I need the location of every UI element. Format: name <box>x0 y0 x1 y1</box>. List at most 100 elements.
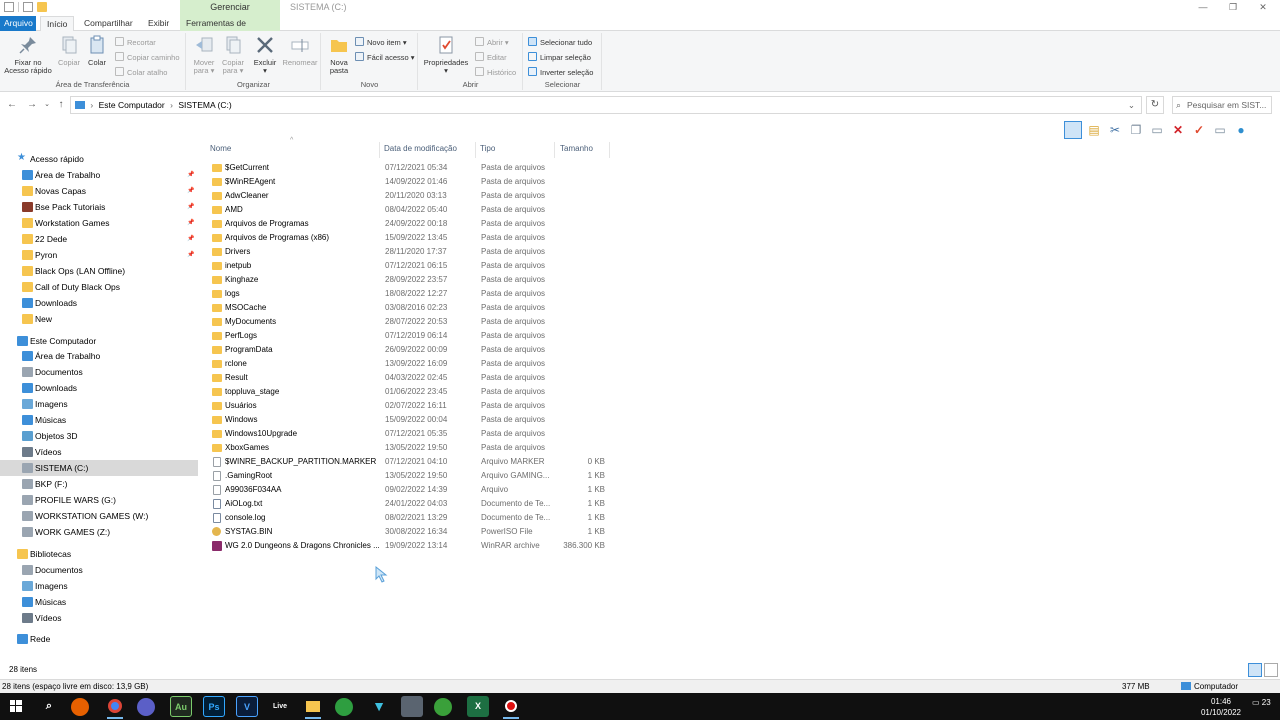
tab-drive-tools[interactable]: Ferramentas de Unidade <box>180 16 280 42</box>
forward-button[interactable]: → <box>25 98 39 112</box>
nav-item-pc-11[interactable]: WORK GAMES (Z:) <box>0 524 198 540</box>
file-row[interactable]: Result 04/03/2022 02:45 Pasta de arquivos <box>205 371 615 385</box>
file-row[interactable]: Kinghaze 28/09/2022 23:57 Pasta de arquivo… <box>205 273 615 287</box>
new-item-button[interactable]: Novo item ▾ <box>355 37 407 49</box>
file-row[interactable]: Usuários 02/07/2022 16:11 Pasta de arquivo… <box>205 399 615 413</box>
file-row[interactable]: $GetCurrent 07/12/2021 05:34 Pasta de arqu… <box>205 161 615 175</box>
pin-icon[interactable]: 📌 <box>187 215 194 231</box>
file-row[interactable]: WG 2.0 Dungeons & Dragons Chronicles ...… <box>205 539 615 553</box>
column-header-name[interactable]: Nome <box>205 142 380 158</box>
nav-item-pc-0[interactable]: Área de Trabalho <box>0 348 198 364</box>
photoshop-icon[interactable]: Ps <box>203 696 225 717</box>
file-row[interactable]: Windows10Upgrade 07/12/2021 05:35 Pasta de… <box>205 427 615 441</box>
paste-button[interactable]: Colar <box>84 35 110 67</box>
new-folder-qat-icon[interactable] <box>37 2 47 12</box>
nav-item-pc-3[interactable]: Imagens <box>0 396 198 412</box>
nav-item-quick-3[interactable]: Workstation Games 📌 <box>0 215 198 231</box>
excel-icon[interactable]: X <box>467 696 489 717</box>
scissors-icon[interactable]: ✂ <box>1106 121 1124 139</box>
paste-shortcut-button[interactable]: Colar atalho <box>115 67 167 79</box>
nav-item-pc-8[interactable]: BKP (F:) <box>0 476 198 492</box>
nav-item-quick-8[interactable]: Downloads <box>0 295 198 311</box>
pin-icon[interactable]: 📌 <box>187 231 194 247</box>
shield-icon[interactable]: ▼ <box>368 696 390 717</box>
pin-icon[interactable]: 📌 <box>187 183 194 199</box>
notification-center-button[interactable]: ▭ 23 <box>1252 698 1271 707</box>
file-row[interactable]: MSOCache 03/08/2016 02:23 Pasta de arquivo… <box>205 301 615 315</box>
file-row[interactable]: $WinREAgent 14/09/2022 01:46 Pasta de arqu… <box>205 175 615 189</box>
firefox-icon[interactable] <box>71 698 89 716</box>
nav-libraries[interactable]: Bibliotecas <box>0 546 198 562</box>
open-button[interactable]: Abrir ▾ <box>475 37 509 49</box>
nav-item-pc-1[interactable]: Documentos <box>0 364 198 380</box>
tab-view[interactable]: Exibir <box>142 16 175 31</box>
audition-icon[interactable]: Au <box>170 696 192 717</box>
file-row[interactable]: AMD 08/04/2022 05:40 Pasta de arquivos <box>205 203 615 217</box>
column-header-type[interactable]: Tipo <box>475 142 555 158</box>
refresh-button[interactable]: ↻ <box>1146 96 1164 114</box>
nav-item-quick-1[interactable]: Novas Capas 📌 <box>0 183 198 199</box>
breadcrumb-this-pc[interactable]: Este Computador <box>99 100 165 110</box>
nav-item-pc-10[interactable]: WORKSTATION GAMES (W:) <box>0 508 198 524</box>
file-row[interactable]: rclone 13/09/2022 16:09 Pasta de arquivos <box>205 357 615 371</box>
file-row[interactable]: PerfLogs 07/12/2019 06:14 Pasta de arquivo… <box>205 329 615 343</box>
file-row[interactable]: $WINRE_BACKUP_PARTITION.MARKER 07/12/2021… <box>205 455 615 469</box>
properties-qat-icon[interactable] <box>4 2 14 12</box>
nav-item-pc-2[interactable]: Downloads <box>0 380 198 396</box>
checkmark-icon[interactable]: ✓ <box>1190 121 1208 139</box>
view-options-icon[interactable]: ▤ <box>1085 121 1103 139</box>
up-button[interactable]: ↑ <box>54 98 68 112</box>
file-row[interactable]: A99036F034AA 09/02/2022 14:39 Arquivo 1 KB <box>205 483 615 497</box>
copy-path-button[interactable]: Copiar caminho <box>115 52 180 64</box>
nav-item-pc-9[interactable]: PROFILE WARS (G:) <box>0 492 198 508</box>
nav-item-pc-7[interactable]: SISTEMA (C:) <box>0 460 198 476</box>
pin-icon[interactable]: 📌 <box>187 247 194 263</box>
file-row[interactable]: Arquivos de Programas 24/09/2022 00:18 Pas… <box>205 217 615 231</box>
file-row[interactable]: Drivers 28/11/2020 17:37 Pasta de arquivos <box>205 245 615 259</box>
nav-item-lib-2[interactable]: Músicas <box>0 594 198 610</box>
nav-this-pc[interactable]: Este Computador <box>0 333 198 349</box>
computer-app-icon[interactable] <box>401 696 423 717</box>
file-row[interactable]: MyDocuments 28/07/2022 20:53 Pasta de arqu… <box>205 315 615 329</box>
back-button[interactable]: ← <box>5 98 19 112</box>
copy-button[interactable]: Copiar <box>56 35 82 67</box>
vegas-icon[interactable]: V <box>236 696 258 717</box>
file-row[interactable]: AdwCleaner 20/11/2020 03:13 Pasta de arqui… <box>205 189 615 203</box>
preview-pane-icon[interactable] <box>1064 121 1082 139</box>
cut-button[interactable]: Recortar <box>115 37 156 49</box>
tab-share[interactable]: Compartilhar <box>78 16 139 31</box>
start-button[interactable] <box>5 696 27 717</box>
details-view-icon[interactable] <box>1248 663 1262 677</box>
easy-access-button[interactable]: Fácil acesso ▾ <box>355 52 415 64</box>
select-none-button[interactable]: Limpar seleção <box>528 52 591 64</box>
copy-icon[interactable]: ❐ <box>1127 121 1145 139</box>
pin-icon[interactable]: 📌 <box>187 167 194 183</box>
nav-item-quick-9[interactable]: New <box>0 311 198 327</box>
restore-button[interactable]: ❐ <box>1216 0 1250 14</box>
file-row[interactable]: .GamingRoot 13/05/2022 19:50 Arquivo GAMIN… <box>205 469 615 483</box>
column-header-size[interactable]: Tamanho <box>555 142 610 158</box>
pin-icon[interactable]: 📌 <box>187 199 194 215</box>
file-row[interactable]: inetpub 07/12/2021 06:15 Pasta de arquivos <box>205 259 615 273</box>
delete-button[interactable]: Excluir ▾ <box>251 35 279 75</box>
file-row[interactable]: SYSTAG.BIN 30/08/2022 16:34 PowerISO File 1… <box>205 525 615 539</box>
file-row[interactable]: ProgramData 26/09/2022 00:09 Pasta de arqu… <box>205 343 615 357</box>
pin-quick-access-button[interactable]: Fixar no Acesso rápido <box>2 35 54 75</box>
nav-item-quick-7[interactable]: Call of Duty Black Ops <box>0 279 198 295</box>
move-to-button[interactable]: Mover para ▾ <box>189 35 219 75</box>
invert-selection-button[interactable]: Inverter seleção <box>528 67 593 79</box>
column-header-date[interactable]: Data de modificação <box>379 142 476 158</box>
delete-x-icon[interactable]: ✕ <box>1169 121 1187 139</box>
new-folder-button[interactable]: Nova pasta <box>324 35 354 75</box>
file-row[interactable]: XboxGames 13/05/2022 19:50 Pasta de arquiv… <box>205 441 615 455</box>
nav-item-lib-3[interactable]: Vídeos <box>0 610 198 626</box>
search-input[interactable]: ⌕ Pesquisar em SIST... <box>1172 96 1272 114</box>
large-icons-view-icon[interactable] <box>1264 663 1278 677</box>
minimize-button[interactable]: — <box>1186 0 1220 14</box>
nav-item-lib-1[interactable]: Imagens <box>0 578 198 594</box>
chrome-icon[interactable] <box>104 696 126 719</box>
nav-item-quick-6[interactable]: Black Ops (LAN Offline) <box>0 263 198 279</box>
paste-icon[interactable]: ▭ <box>1148 121 1166 139</box>
address-dropdown-icon[interactable]: ⌄ <box>1128 97 1135 113</box>
edit-button[interactable]: Editar <box>475 52 507 64</box>
